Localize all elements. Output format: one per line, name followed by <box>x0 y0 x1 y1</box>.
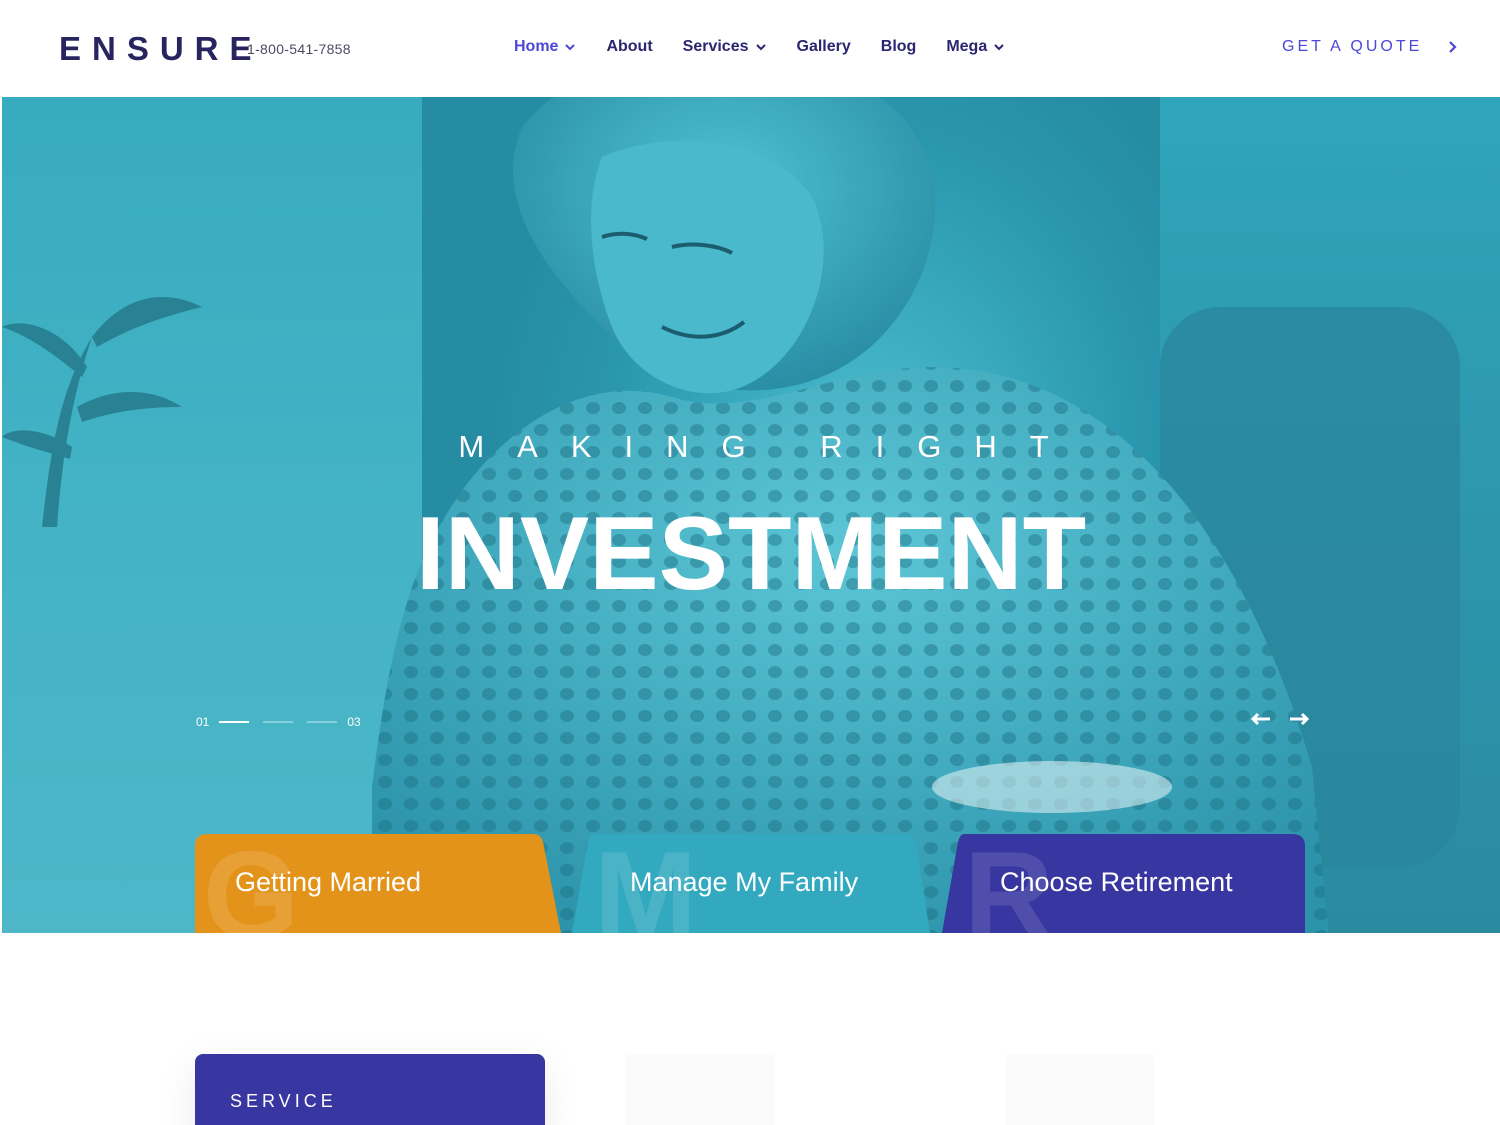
get-a-quote-button[interactable]: GET A QUOTE <box>1282 38 1458 56</box>
nav-label: Home <box>514 38 559 55</box>
slide-dot-1[interactable] <box>219 721 250 723</box>
card-choose-retirement[interactable]: R Choose Retirement <box>942 834 1305 933</box>
nav-label: Mega <box>946 38 988 55</box>
card-getting-married[interactable]: G Getting Married <box>195 834 561 933</box>
get-a-quote-label: GET A QUOTE <box>1282 38 1423 55</box>
placeholder-panel <box>1005 1054 1155 1125</box>
hero-title: INVESTMENT <box>415 496 1087 612</box>
arrow-right-icon[interactable] <box>1288 711 1310 727</box>
slide-first-number: 01 <box>196 715 210 729</box>
card-label: Manage My Family <box>630 867 859 897</box>
arrow-left-icon[interactable] <box>1250 711 1272 727</box>
nav-label: Gallery <box>796 38 851 55</box>
nav-item-blog[interactable]: Blog <box>881 38 917 56</box>
nav-item-about[interactable]: About <box>606 38 652 56</box>
chevron-right-icon <box>1449 41 1457 53</box>
nav-label: About <box>606 38 653 55</box>
slider-arrows <box>1250 711 1310 727</box>
nav-item-home[interactable]: Home <box>514 38 576 56</box>
slide-dot-2[interactable] <box>263 721 294 723</box>
hero-kicker: MAKING RIGHT <box>458 429 1082 464</box>
chevron-down-icon <box>994 44 1004 51</box>
nav-item-mega[interactable]: Mega <box>946 38 1005 56</box>
card-label: Getting Married <box>235 867 422 897</box>
card-label: Choose Retirement <box>1000 867 1233 897</box>
slide-indicator: 01 03 <box>196 715 361 729</box>
nav-label: Blog <box>880 38 917 55</box>
service-label: SERVICE <box>230 1091 337 1111</box>
slide-last-number: 03 <box>347 715 361 729</box>
nav-item-gallery[interactable]: Gallery <box>797 38 851 56</box>
chevron-down-icon <box>755 44 766 51</box>
card-manage-my-family[interactable]: M Manage My Family <box>572 834 930 933</box>
chevron-down-icon <box>565 44 576 51</box>
plant-illustration <box>2 297 202 527</box>
site-logo[interactable]: ENSURE <box>59 30 263 68</box>
placeholder-panel <box>625 1054 775 1125</box>
phone-number[interactable]: 1-800-541-7858 <box>247 41 351 57</box>
hero-slider: MAKING RIGHT INVESTMENT 01 03 G Getting … <box>2 97 1500 933</box>
site-header: ENSURE 1-800-541-7858 Home About Service… <box>0 0 1500 97</box>
nav-label: Services <box>682 38 749 55</box>
main-nav: Home About Services Gallery Blog Mega <box>514 38 1005 56</box>
nav-item-services[interactable]: Services <box>683 38 767 56</box>
slide-dot-3[interactable] <box>307 721 338 723</box>
service-tab[interactable]: SERVICE <box>195 1054 545 1125</box>
